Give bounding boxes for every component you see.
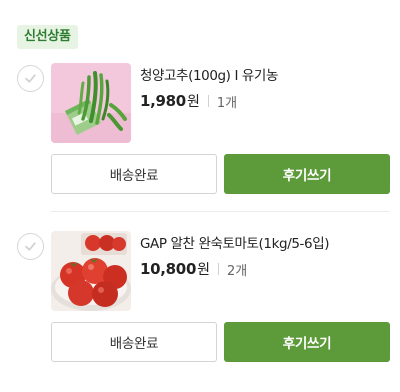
product-price: 10,800 xyxy=(140,260,197,278)
chili-pepper-image xyxy=(51,63,131,143)
product-name[interactable]: 청양고추(100g) I 유기농 xyxy=(140,64,278,84)
divider-bar xyxy=(217,263,219,275)
currency-unit: 원 xyxy=(186,94,200,110)
product-image[interactable] xyxy=(51,231,131,311)
product-quantity: 1개 xyxy=(216,95,238,111)
tomato-image xyxy=(51,231,131,311)
product-price: 1,980 xyxy=(140,92,186,110)
price-row: 10,800 원 2개 xyxy=(140,259,247,279)
select-checkbox[interactable] xyxy=(17,233,44,260)
delivery-status-button[interactable]: 배송완료 xyxy=(51,322,217,362)
category-badge: 신선상품 xyxy=(17,25,78,49)
write-review-button[interactable]: 후기쓰기 xyxy=(224,154,390,194)
check-icon xyxy=(25,242,36,251)
delivery-status-button[interactable]: 배송완료 xyxy=(51,154,217,194)
product-image[interactable] xyxy=(51,63,131,143)
write-review-button[interactable]: 후기쓰기 xyxy=(224,322,390,362)
price-row: 1,980 원 1개 xyxy=(140,91,237,111)
product-quantity: 2개 xyxy=(226,263,248,279)
check-icon xyxy=(25,74,36,83)
item-divider xyxy=(51,211,390,212)
divider-bar xyxy=(207,95,209,107)
product-name[interactable]: GAP 알찬 완숙토마토(1kg/5-6입) xyxy=(140,232,329,252)
select-checkbox[interactable] xyxy=(17,65,44,92)
currency-unit: 원 xyxy=(197,262,210,278)
